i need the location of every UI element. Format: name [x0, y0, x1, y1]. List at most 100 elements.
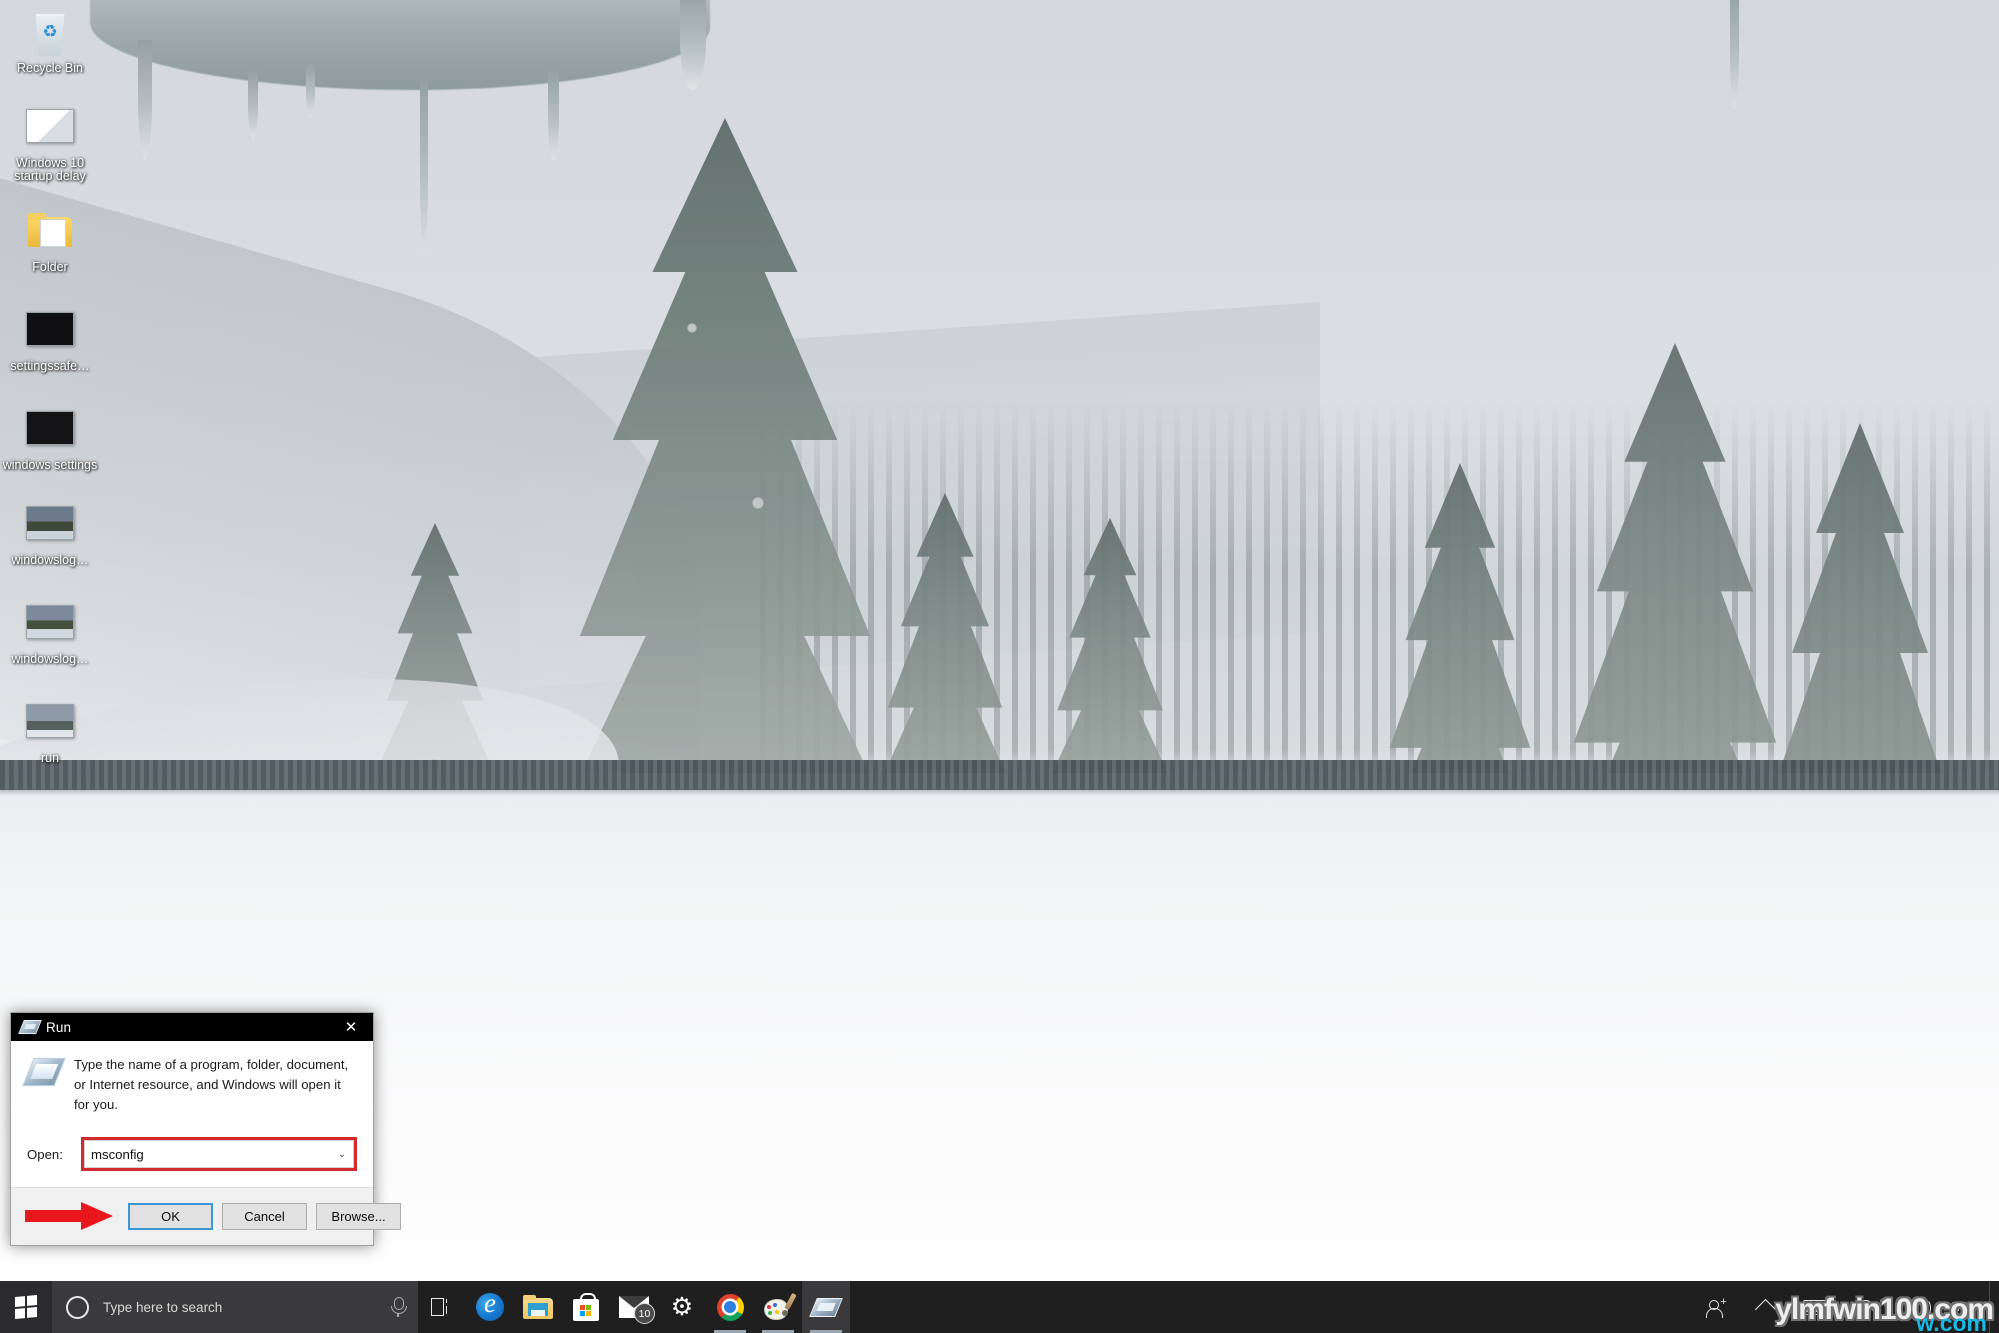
icicle: [1730, 0, 1739, 110]
chrome-icon: [716, 1293, 744, 1321]
tray-item-people[interactable]: +: [1691, 1281, 1741, 1333]
browse-button[interactable]: Browse...: [316, 1202, 401, 1230]
open-combobox[interactable]: ⌄: [84, 1140, 354, 1168]
paint-icon: [764, 1292, 797, 1320]
icicle: [680, 0, 706, 90]
ok-button[interactable]: OK: [128, 1202, 213, 1230]
desktop-icon-settingssafe[interactable]: settingssafe…: [0, 300, 100, 375]
desktop-icon-recycle-bin[interactable]: Recycle Bin: [0, 6, 100, 77]
close-icon[interactable]: ✕: [329, 1013, 373, 1041]
run-window-icon-large: [20, 1057, 68, 1087]
dark-screenshot-icon: [26, 411, 74, 455]
tray-item-volume[interactable]: [1891, 1281, 1941, 1333]
desktop-icon-label: windowslog…: [11, 652, 89, 666]
desktop-icon-windows-10-startup-delay[interactable]: Windows 10 startup delay: [0, 97, 100, 185]
fence-line: [0, 760, 1999, 790]
taskbar-item-chrome[interactable]: [706, 1281, 754, 1333]
icicle: [420, 78, 428, 258]
cancel-button[interactable]: Cancel: [222, 1202, 307, 1230]
open-input[interactable]: [85, 1146, 331, 1162]
clock-date: 3/20: [1950, 1300, 1975, 1314]
tray-item-overflow[interactable]: [1741, 1281, 1791, 1333]
photo-thumbnail-icon: [26, 704, 74, 748]
conifer-tree: [880, 493, 1010, 793]
icicle: [248, 70, 258, 140]
system-tray: + 3/20: [1691, 1281, 1999, 1333]
edge-icon: [476, 1293, 504, 1321]
photo-thumbnail-icon: [26, 506, 74, 550]
taskbar-item-microsoft-store[interactable]: [562, 1281, 610, 1333]
task-view-icon: [431, 1298, 453, 1316]
open-label: Open:: [27, 1146, 63, 1162]
taskbar-item-task-view[interactable]: [418, 1281, 466, 1333]
store-icon: [573, 1293, 599, 1321]
gear-icon: ⚙: [670, 1293, 694, 1321]
people-icon: +: [1705, 1297, 1727, 1318]
desktop-icon-label: Folder: [32, 260, 68, 274]
taskbar-item-mail[interactable]: 10: [610, 1281, 658, 1333]
desktop-icon-windows-settings[interactable]: windows settings: [0, 399, 100, 474]
red-pointer-arrow: [25, 1201, 113, 1231]
desktop-icon-windowslog-1[interactable]: windowslog…: [0, 494, 100, 569]
desktop-icon-label: run: [40, 751, 60, 765]
volume-icon: [1905, 1298, 1931, 1317]
run-open-row: Open: ⌄: [27, 1137, 357, 1171]
taskbar-clock[interactable]: 3/20: [1941, 1281, 1989, 1333]
mail-unread-badge: 10: [634, 1303, 655, 1324]
run-dialog: Run ✕ Type the name of a program, folder…: [10, 1012, 401, 1246]
microphone-icon[interactable]: [390, 1296, 407, 1318]
icicle: [306, 62, 315, 117]
run-dialog-description: Type the name of a program, folder, docu…: [74, 1057, 349, 1112]
desktop-icon-label: Recycle Bin: [17, 61, 83, 75]
taskbar-item-run[interactable]: [802, 1281, 850, 1333]
cortana-circle-icon: [66, 1295, 89, 1319]
tray-item-battery[interactable]: [1791, 1281, 1841, 1333]
run-description-row: Type the name of a program, folder, docu…: [20, 1055, 357, 1115]
run-dialog-footer: OK Cancel Browse...: [11, 1187, 401, 1245]
icicle: [548, 70, 559, 160]
taskbar: Type here to search e 10 ⚙ + 3/20: [0, 1281, 1999, 1333]
red-highlight-box: ⌄: [81, 1137, 357, 1171]
hero-conifer-tree: [560, 118, 890, 838]
desktop-icon-folder[interactable]: Folder: [0, 201, 100, 276]
taskbar-spacer: [850, 1281, 1691, 1333]
screen: Recycle Bin Windows 10 startup delay Fol…: [0, 0, 1999, 1333]
show-desktop-button[interactable]: [1989, 1281, 1999, 1333]
tray-item-network[interactable]: [1841, 1281, 1891, 1333]
taskbar-item-settings[interactable]: ⚙: [658, 1281, 706, 1333]
taskbar-item-paint[interactable]: [754, 1281, 802, 1333]
run-dialog-titlebar[interactable]: Run ✕: [11, 1013, 373, 1041]
run-dialog-body: Type the name of a program, folder, docu…: [11, 1041, 373, 1187]
windows-logo-icon: [15, 1295, 37, 1319]
photo-thumbnail-icon: [26, 605, 74, 649]
search-input[interactable]: Type here to search: [52, 1281, 418, 1333]
desktop-icon-run[interactable]: run: [0, 692, 100, 767]
dark-screenshot-icon: [26, 312, 74, 356]
image-thumbnail-icon: [26, 109, 74, 153]
chevron-up-icon: [1755, 1298, 1777, 1321]
fence-shadow: [0, 788, 1999, 796]
chevron-down-icon[interactable]: ⌄: [331, 1149, 353, 1160]
recycle-bin-icon: [26, 14, 74, 58]
conifer-tree: [1050, 518, 1170, 788]
explorer-icon: [523, 1295, 553, 1319]
desktop-icon-windowslog-2[interactable]: windowslog…: [0, 593, 100, 668]
taskbar-item-edge[interactable]: [466, 1281, 514, 1333]
taskbar-item-file-explorer[interactable]: [514, 1281, 562, 1333]
run-dialog-title: Run: [46, 1019, 72, 1035]
wifi-icon: [1851, 1296, 1879, 1323]
run-window-icon: [809, 1297, 843, 1317]
icicle: [138, 40, 152, 160]
desktop-icon-label: windows settings: [2, 458, 98, 472]
desktop-icon-label: windowslog…: [11, 553, 89, 567]
folder-icon: [26, 213, 74, 257]
search-placeholder: Type here to search: [103, 1299, 223, 1315]
start-button[interactable]: [0, 1281, 52, 1333]
mail-icon: 10: [619, 1296, 655, 1324]
desktop-icon-grid: Recycle Bin Windows 10 startup delay Fol…: [0, 0, 100, 781]
desktop-icon-label: settingssafe…: [10, 359, 90, 373]
run-window-icon: [18, 1020, 42, 1034]
desktop-icon-label: Windows 10 startup delay: [14, 156, 86, 183]
ice-ledge: [90, 0, 710, 90]
battery-icon: [1802, 1299, 1832, 1315]
